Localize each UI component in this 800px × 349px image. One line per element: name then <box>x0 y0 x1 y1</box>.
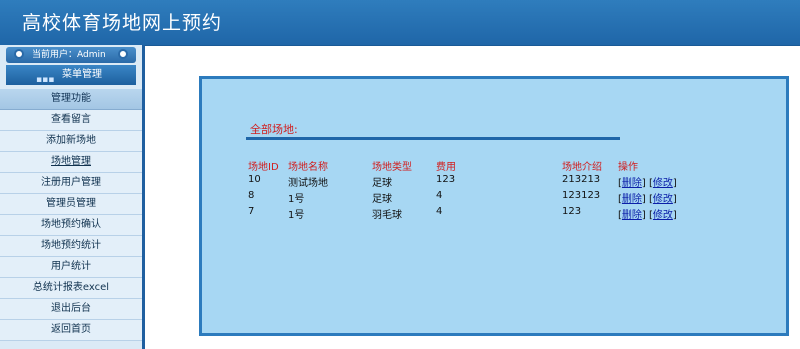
menu-icon: ▪▪▪ <box>36 75 55 85</box>
col-header-id: 场地ID <box>248 162 279 173</box>
delete-link[interactable]: 删除 <box>622 210 642 221</box>
sidebar: 当前用户：Admin ▪▪▪ 菜单管理 管理功能 查看留言 添加新场地 场地管理… <box>0 45 145 349</box>
col-header-type: 场地类型 <box>372 162 412 173</box>
section-title: 管理功能 <box>0 89 142 110</box>
cell-actions: [删除] [修改] <box>618 178 677 189</box>
sidebar-item-logout[interactable]: 退出后台 <box>0 299 142 320</box>
user-icon <box>14 49 24 59</box>
cell-actions: [删除] [修改] <box>618 210 677 221</box>
cell-intro: 123 <box>562 206 582 217</box>
cell-type: 羽毛球 <box>372 210 402 221</box>
sidebar-item-venue-management[interactable]: 场地管理 <box>0 152 142 173</box>
cell-id: 7 <box>248 206 255 217</box>
cell-intro: 213213 <box>562 174 601 185</box>
cell-type: 足球 <box>372 194 392 205</box>
col-header-fee: 费用 <box>436 162 456 173</box>
cell-name: 1号 <box>288 210 305 221</box>
sidebar-item-excel-report[interactable]: 总统计报表excel <box>0 278 142 299</box>
menu-header: ▪▪▪ 菜单管理 <box>6 65 136 85</box>
panel-caption: 全部场地: <box>250 123 298 136</box>
sidebar-item-home[interactable]: 返回首页 <box>0 320 142 341</box>
sidebar-menu: 查看留言 添加新场地 场地管理 注册用户管理 管理员管理 场地预约确认 场地预约… <box>0 110 142 341</box>
cell-fee: 123 <box>436 174 456 185</box>
header-bar: 高校体育场地网上预约 <box>0 0 800 46</box>
cell-actions: [删除] [修改] <box>618 194 677 205</box>
col-header-intro: 场地介绍 <box>562 162 602 173</box>
cell-fee: 4 <box>436 206 443 217</box>
menu-title: 菜单管理 <box>62 69 102 80</box>
edit-link[interactable]: 修改 <box>653 178 673 189</box>
edit-link[interactable]: 修改 <box>653 210 673 221</box>
current-user-bar: 当前用户：Admin <box>6 47 136 63</box>
cell-intro: 123123 <box>562 190 601 201</box>
cell-name: 测试场地 <box>288 178 328 189</box>
user-toggle-icon <box>118 49 128 59</box>
page-title: 高校体育场地网上预约 <box>22 12 223 34</box>
delete-link[interactable]: 删除 <box>622 194 642 205</box>
cell-type: 足球 <box>372 178 392 189</box>
cell-name: 1号 <box>288 194 305 205</box>
divider <box>246 137 620 140</box>
sidebar-item-registered-users[interactable]: 注册用户管理 <box>0 173 142 194</box>
col-header-name: 场地名称 <box>288 162 328 173</box>
venue-panel: 全部场地: 场地ID 场地名称 场地类型 费用 场地介绍 操作 10 测试场地 … <box>199 76 789 336</box>
edit-link[interactable]: 修改 <box>653 194 673 205</box>
sidebar-item-admin-management[interactable]: 管理员管理 <box>0 194 142 215</box>
sidebar-item-user-stats[interactable]: 用户统计 <box>0 257 142 278</box>
col-header-action: 操作 <box>618 162 638 173</box>
cell-id: 8 <box>248 190 255 201</box>
sidebar-item-add-venue[interactable]: 添加新场地 <box>0 131 142 152</box>
cell-id: 10 <box>248 174 261 185</box>
sidebar-item-view-messages[interactable]: 查看留言 <box>0 110 142 131</box>
cell-fee: 4 <box>436 190 443 201</box>
delete-link[interactable]: 删除 <box>622 178 642 189</box>
sidebar-item-booking-confirm[interactable]: 场地预约确认 <box>0 215 142 236</box>
sidebar-item-booking-stats[interactable]: 场地预约统计 <box>0 236 142 257</box>
current-user-label: 当前用户：Admin <box>32 50 106 60</box>
